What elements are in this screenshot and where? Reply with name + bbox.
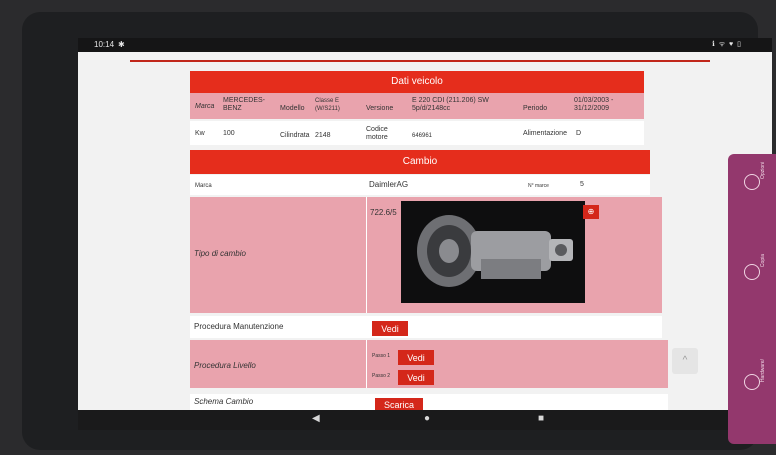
side-item-3[interactable]: Hardware/ xyxy=(760,359,766,382)
divider xyxy=(366,197,367,313)
codice-motore-value: 646961 xyxy=(412,133,433,139)
home-icon[interactable]: ● xyxy=(424,413,430,424)
android-nav-bar: ◀ ● ■ xyxy=(78,410,772,430)
livello-label: Procedura Livello xyxy=(194,361,256,370)
screen: 10:14 ✱ ℹ ᯤ ♥ ▯ Dati veicolo Marca MERCE… xyxy=(78,38,772,430)
side-item-1[interactable]: Opzioni xyxy=(760,162,766,179)
scroll-top-button[interactable]: ^ xyxy=(672,348,698,374)
modello-value: Classe E (W/S211) xyxy=(315,98,340,112)
vehicle-row-2: Kw 100 Cilindrata 2148 Codice motore 646… xyxy=(190,121,644,145)
vehicle-row-1: Marca MERCEDES-BENZ Modello Classe E (W/… xyxy=(190,93,644,119)
settings-gear-icon: ✱ xyxy=(118,40,125,49)
cambio-header: Cambio xyxy=(190,150,650,174)
versione-label: Versione xyxy=(366,105,394,112)
marce-value: 5 xyxy=(580,181,584,188)
passo1-vedi-button[interactable]: Vedi xyxy=(398,350,434,365)
marca-label: Marca xyxy=(195,103,215,110)
tipo-cambio-label: Tipo di cambio xyxy=(194,249,246,258)
passo1-label: Passo 1 xyxy=(372,353,391,359)
kw-label: Kw xyxy=(195,130,205,137)
manutenzione-label: Procedura Manutenzione xyxy=(194,322,284,331)
system-icons: ℹ ᯤ ♥ ▯ xyxy=(712,41,742,48)
cambio-marca-value: DaimlerAG xyxy=(369,180,409,189)
modello-label: Modello xyxy=(280,105,305,112)
schema-label: Schema Cambio xyxy=(194,397,254,406)
codice-motore-label: Codice motore xyxy=(366,126,388,141)
status-bar: 10:14 ✱ ℹ ᯤ ♥ ▯ xyxy=(78,38,772,52)
alimentazione-value: D xyxy=(576,130,582,137)
periodo-value: 01/03/2003 - 31/12/2009 xyxy=(574,97,614,112)
page: 10:14 ✱ ℹ ᯤ ♥ ▯ Dati veicolo Marca MERCE… xyxy=(0,0,776,455)
back-icon[interactable]: ◀ xyxy=(312,413,320,424)
manutenzione-vedi-button[interactable]: Vedi xyxy=(372,321,408,336)
passo2-label: Passo 2 xyxy=(372,373,391,379)
tablet-bezel: 10:14 ✱ ℹ ᯤ ♥ ▯ Dati veicolo Marca MERCE… xyxy=(22,12,772,450)
divider xyxy=(366,340,367,388)
recent-apps-icon[interactable]: ■ xyxy=(538,413,544,424)
periodo-label: Periodo xyxy=(523,105,548,112)
panel-copy-icon[interactable] xyxy=(744,264,760,280)
schema-row: Schema Cambio xyxy=(190,394,668,410)
manutenzione-row: Procedura Manutenzione xyxy=(190,316,662,338)
tipo-cambio-value: 722.6/5 xyxy=(370,208,397,217)
transmission-illustration xyxy=(417,215,573,287)
passo2-vedi-button[interactable]: Vedi xyxy=(398,370,434,385)
header-rule xyxy=(130,60,710,62)
dati-veicolo-header: Dati veicolo xyxy=(190,71,644,93)
marce-label: N° marce xyxy=(528,183,549,189)
cambio-marca-row: Marca DaimlerAG N° marce 5 xyxy=(190,175,650,195)
side-tool-panel: Opzioni Copia Hardware/ xyxy=(728,154,776,444)
zoom-icon[interactable]: ⊕ xyxy=(583,205,599,219)
cilindrata-label: Cilindrata xyxy=(280,132,310,139)
transmission-image xyxy=(401,201,585,303)
versione-value: E 220 CDI (211.206) SW 5p/d/2148cc xyxy=(412,97,489,112)
status-time: 10:14 xyxy=(94,40,115,49)
kw-value: 100 xyxy=(223,130,235,137)
cambio-marca-label: Marca xyxy=(195,183,212,189)
panel-hardware-icon[interactable] xyxy=(744,374,760,390)
side-item-2[interactable]: Copia xyxy=(760,254,766,267)
alimentazione-label: Alimentazione xyxy=(523,130,567,137)
panel-option-icon[interactable] xyxy=(744,174,760,190)
marca-value: MERCEDES-BENZ xyxy=(223,97,266,112)
cilindrata-value: 2148 xyxy=(315,132,331,139)
